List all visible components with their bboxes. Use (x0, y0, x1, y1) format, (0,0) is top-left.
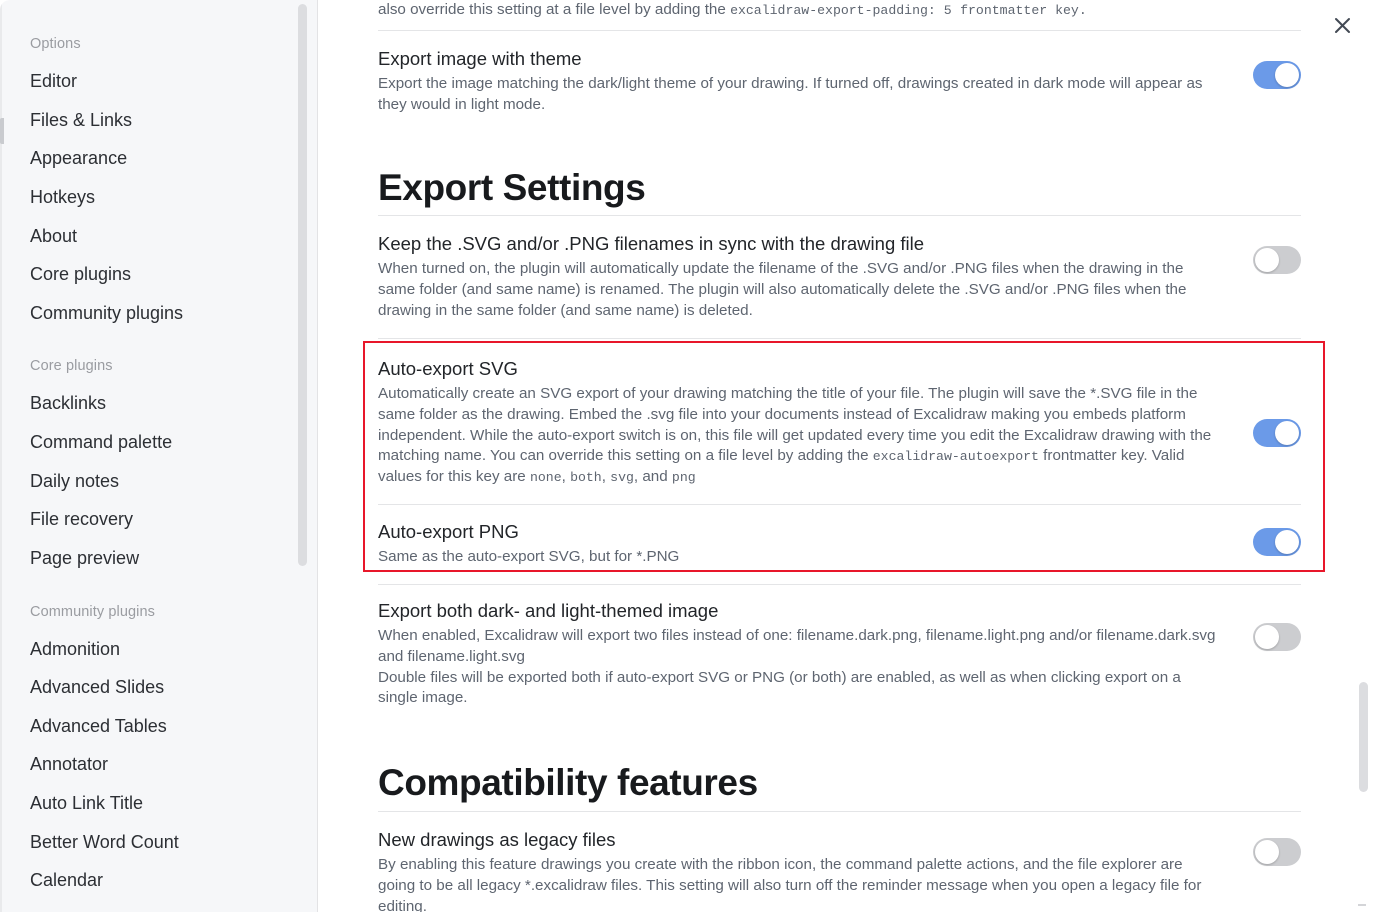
heading-compatibility-features: Compatibility features (378, 762, 758, 804)
setting-title: New drawings as legacy files (378, 828, 616, 850)
setting-title: Auto-export SVG (378, 357, 518, 379)
setting-auto-export-svg: Auto-export SVG Automatically create an … (378, 337, 1301, 504)
toggle-auto-export-png[interactable] (1253, 528, 1301, 557)
partial-text: also override this setting at a file lev… (378, 1, 731, 18)
toggle-knob (1255, 839, 1279, 864)
sep-2: , (601, 468, 611, 486)
setting-text-block: New drawings as legacy files By enabling… (378, 828, 1238, 912)
content-scrollbar-thumb[interactable] (1359, 682, 1368, 792)
setting-title: Export both dark- and light-themed image (378, 599, 719, 621)
code-value-png: png (671, 470, 696, 486)
content-scrollbar[interactable] (1358, 0, 1368, 912)
setting-description: By enabling this feature drawings you cr… (378, 856, 1202, 912)
setting-description: Automatically create an SVG export of yo… (378, 384, 1218, 488)
code-value-none: none (529, 470, 562, 486)
setting-export-image-with-theme: Export image with theme Export the image… (378, 30, 1301, 132)
setting-description-line-2: Double files will be exported both if au… (378, 668, 1181, 707)
settings-modal: Options Editor Files & Links Appearance … (0, 0, 1373, 912)
setting-export-both-themes: Export both dark- and light-themed image… (378, 583, 1301, 725)
setting-new-drawings-as-legacy-files: New drawings as legacy files By enabling… (378, 810, 1301, 912)
heading-export-settings: Export Settings (378, 166, 646, 208)
toggle-knob (1255, 624, 1279, 649)
setting-text-block: Keep the .SVG and/or .PNG filenames in s… (378, 232, 1238, 322)
sep-1: , (561, 468, 571, 486)
scrollbar-end-mark (1358, 904, 1366, 906)
toggle-knob (1275, 420, 1299, 445)
setting-text-block: Auto-export SVG Automatically create an … (378, 357, 1238, 488)
setting-description-line-1: When enabled, Excalidraw will export two… (378, 627, 1216, 665)
setting-text-block: Auto-export PNG Same as the auto-export … (378, 520, 1238, 568)
close-icon (1334, 17, 1350, 33)
setting-text-block: Export image with theme Export the image… (378, 47, 1238, 116)
toggle-new-drawings-as-legacy-files[interactable] (1253, 837, 1301, 866)
toggle-keep-filenames-in-sync[interactable] (1253, 246, 1301, 275)
code-value-both: both (570, 470, 602, 486)
close-button[interactable] (1323, 6, 1361, 44)
setting-keep-filenames-in-sync: Keep the .SVG and/or .PNG filenames in s… (378, 215, 1301, 338)
code-export-padding: excalidraw-export-padding: 5 (730, 3, 952, 18)
setting-description: When turned on, the plugin will automati… (378, 260, 1187, 320)
toggle-knob (1255, 248, 1279, 273)
code-value-svg: svg (610, 470, 634, 486)
setting-text-block: Export both dark- and light-themed image… (378, 599, 1238, 709)
setting-title: Export image with theme (378, 48, 582, 69)
toggle-auto-export-svg[interactable] (1253, 418, 1301, 447)
code-frontmatter-key: frontmatter key. (960, 3, 1087, 18)
sep-3: , and (633, 468, 672, 486)
setting-auto-export-png: Auto-export PNG Same as the auto-export … (378, 504, 1301, 584)
setting-description: Export the image matching the dark/light… (378, 75, 1203, 113)
setting-title: Keep the .SVG and/or .PNG filenames in s… (378, 233, 925, 255)
code-excalidraw-autoexport: excalidraw-autoexport (872, 449, 1039, 465)
toggle-knob (1275, 530, 1299, 555)
partial-scrolled-paragraph: also override this setting at a file lev… (378, 0, 1301, 22)
toggle-export-image-with-theme[interactable] (1253, 61, 1301, 89)
setting-title: Auto-export PNG (378, 521, 519, 543)
toggle-knob (1275, 63, 1299, 87)
toggle-export-both-themes[interactable] (1253, 622, 1301, 651)
setting-description: Same as the auto-export SVG, but for *.P… (378, 548, 680, 566)
